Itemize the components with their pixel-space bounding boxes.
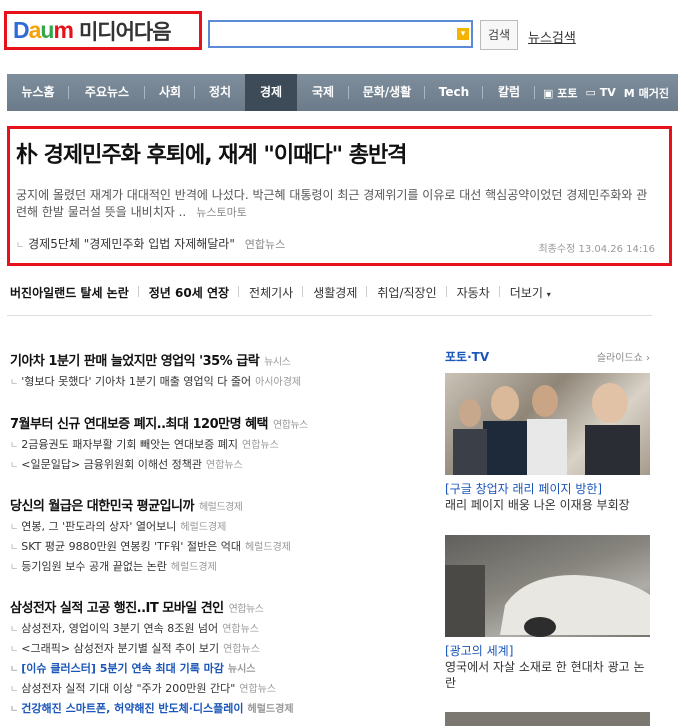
news-sub-item-highlight[interactable]: 건강해진 스마트폰, 허약해진 반도체·디스플레이헤럴드경제: [10, 700, 430, 716]
news-sub-item[interactable]: SKT 평균 9880만원 연봉킹 'TF워' 절반은 억대헤럴드경제: [10, 538, 430, 554]
photo-next[interactable]: [445, 712, 650, 726]
headline-updated: 최종수정 13.04.26 14:16: [538, 244, 655, 255]
nav-society[interactable]: 사회: [145, 74, 195, 111]
logo[interactable]: Daum 미디어다음: [4, 11, 202, 50]
nav-top-news[interactable]: 주요뉴스: [69, 74, 145, 111]
subnav-living-economy[interactable]: 생활경제: [303, 284, 368, 301]
nav-magazine[interactable]: M 매거진: [624, 85, 669, 101]
nav-tech[interactable]: Tech: [425, 74, 483, 111]
headline-title[interactable]: 朴 경제민주화 후퇴에, 재계 "이때다" 총반격: [16, 143, 407, 168]
headline-box: 朴 경제민주화 후퇴에, 재계 "이때다" 총반격 궁지에 몰렸던 재계가 대대…: [7, 126, 672, 266]
nav-politics[interactable]: 정치: [195, 74, 245, 111]
search-option-arrow-icon[interactable]: ▾: [457, 28, 469, 40]
main-nav: 뉴스홈 주요뉴스 사회 정치 경제 국제 문화/생활 Tech 칼럼 ▣ 포토 …: [7, 74, 678, 111]
news-group-3: 당신의 월급은 대한민국 평균입니까헤럴드경제 연봉, 그 '판도라의 상자' …: [10, 495, 430, 574]
chevron-down-icon: ▾: [546, 290, 551, 299]
daum-logo: Daum: [13, 17, 74, 43]
news-sub-item[interactable]: 2금융권도 패자부활 기회 빼앗는 연대보증 폐지연합뉴스: [10, 436, 430, 452]
photo-larry-page[interactable]: [445, 373, 650, 475]
news-group-4: 삼성전자 실적 고공 행진..IT 모바일 견인연합뉴스 삼성전자, 영업이익 …: [10, 597, 430, 716]
news-sub-item[interactable]: <일문일답> 금융위원회 이해선 정책관연합뉴스: [10, 456, 430, 472]
nav-column[interactable]: 칼럼: [483, 74, 535, 111]
news-search-link[interactable]: 뉴스검색: [528, 27, 576, 46]
magazine-icon: M: [623, 86, 635, 100]
nav-news-home[interactable]: 뉴스홈: [7, 74, 69, 111]
news-sub-item-highlight[interactable]: [이슈 클러스터] 5분기 연속 최대 기록 마감뉴시스: [10, 660, 430, 676]
news-sub-item[interactable]: 삼성전자, 영업이익 3분기 연속 8조원 넘어연합뉴스: [10, 620, 430, 636]
divider: [7, 315, 652, 316]
news-title[interactable]: 당신의 월급은 대한민국 평균입니까 헤럴드경제: [10, 495, 430, 514]
related-bullet-icon: ㄴ: [16, 241, 25, 251]
headline-related-link[interactable]: 경제5단체 "경제민주화 입법 자제해달라": [28, 237, 235, 251]
news-sub-item[interactable]: 연봉, 그 '판도라의 상자' 열어보니헤럴드경제: [10, 518, 430, 534]
photo-tv-header: 포토·TV 슬라이드쇼 ›: [445, 348, 650, 365]
news-sub-item[interactable]: '형보다 못했다' 기아차 1분기 매출 영업익 다 줄어아시아경제: [10, 373, 430, 389]
camera-icon: ▣: [543, 86, 554, 100]
news-sub-item[interactable]: <그래픽> 삼성전자 분기별 실적 추이 보기연합뉴스: [10, 640, 430, 656]
headline-source: 뉴스토마토: [196, 206, 247, 219]
news-title[interactable]: 7월부터 신규 연대보증 폐지..최대 120만명 혜택 연합뉴스: [10, 413, 430, 432]
photo-hyundai-ad[interactable]: [445, 535, 650, 637]
tv-icon: ▭: [585, 86, 596, 99]
news-title[interactable]: 삼성전자 실적 고공 행진..IT 모바일 견인 연합뉴스: [10, 597, 430, 616]
media-daum-label: 미디어다음: [78, 19, 172, 44]
headline-body: 궁지에 몰렸던 재계가 대대적인 반격에 나섰다. 박근혜 대통령이 최근 경제…: [16, 188, 648, 219]
sub-nav: 버진아일랜드 탈세 논란 정년 60세 연장 전체기사 생활경제 취업/직장인 …: [10, 284, 650, 301]
nav-culture[interactable]: 문화/생활: [349, 74, 425, 111]
subnav-retirement-60[interactable]: 정년 60세 연장: [139, 284, 240, 301]
subnav-virgin-islands[interactable]: 버진아일랜드 탈세 논란: [10, 284, 139, 301]
nav-economy[interactable]: 경제: [245, 74, 297, 111]
photo-tv-label[interactable]: 포토·TV: [445, 350, 489, 364]
chevron-right-icon: ›: [646, 353, 650, 364]
nav-tv[interactable]: ▭ TV: [586, 86, 616, 99]
subnav-jobs[interactable]: 취업/직장인: [367, 284, 447, 301]
nav-world[interactable]: 국제: [297, 74, 349, 111]
news-group-1: 기아차 1분기 판매 늘었지만 영업익 '35% 급락뉴시스 '형보다 못했다'…: [10, 350, 430, 389]
news-group-2: 7월부터 신규 연대보증 폐지..최대 120만명 혜택연합뉴스 2금융권도 패…: [10, 413, 430, 472]
photo-caption-2[interactable]: [광고의 세계] 영국에서 자살 소재로 한 현대차 광고 논란: [445, 643, 655, 691]
news-sub-item[interactable]: 삼성전자 실적 기대 이상 "주가 200만원 간다"연합뉴스: [10, 680, 430, 696]
nav-photo[interactable]: ▣ 포토: [543, 85, 578, 101]
news-sub-item[interactable]: 등기임원 보수 공개 끝없는 논란헤럴드경제: [10, 558, 430, 574]
photo-caption-1[interactable]: [구글 창업자 래리 페이지 방한] 래리 페이지 배웅 나온 이재용 부회장: [445, 481, 655, 513]
search-button[interactable]: 검색: [480, 20, 518, 50]
news-title[interactable]: 기아차 1분기 판매 늘었지만 영업익 '35% 급락 뉴시스: [10, 350, 430, 369]
subnav-cars[interactable]: 자동차: [447, 284, 500, 301]
photo-illustration: [453, 383, 640, 475]
subnav-more[interactable]: 더보기 ▾: [500, 284, 561, 301]
headline-related-source: 연합뉴스: [244, 238, 286, 251]
slideshow-link[interactable]: 슬라이드쇼 ›: [597, 349, 650, 364]
photo-illustration: [445, 535, 650, 637]
subnav-all-articles[interactable]: 전체기사: [239, 284, 304, 301]
search-input[interactable]: ▾: [208, 20, 473, 48]
